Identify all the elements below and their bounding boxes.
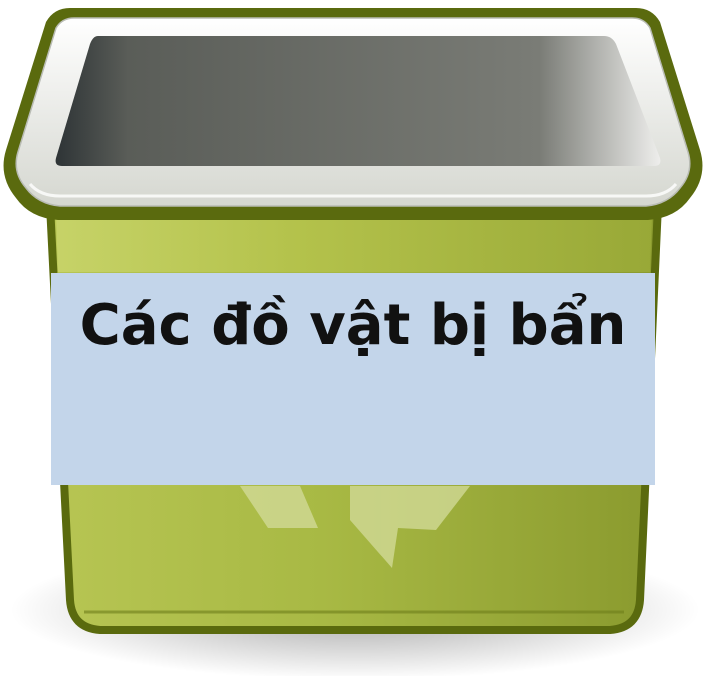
label-card: Các đồ vật bị bẩn xyxy=(51,273,655,485)
label-text: Các đồ vật bị bẩn xyxy=(79,293,627,358)
card-scene: Các đồ vật bị bẩn xyxy=(0,0,706,676)
